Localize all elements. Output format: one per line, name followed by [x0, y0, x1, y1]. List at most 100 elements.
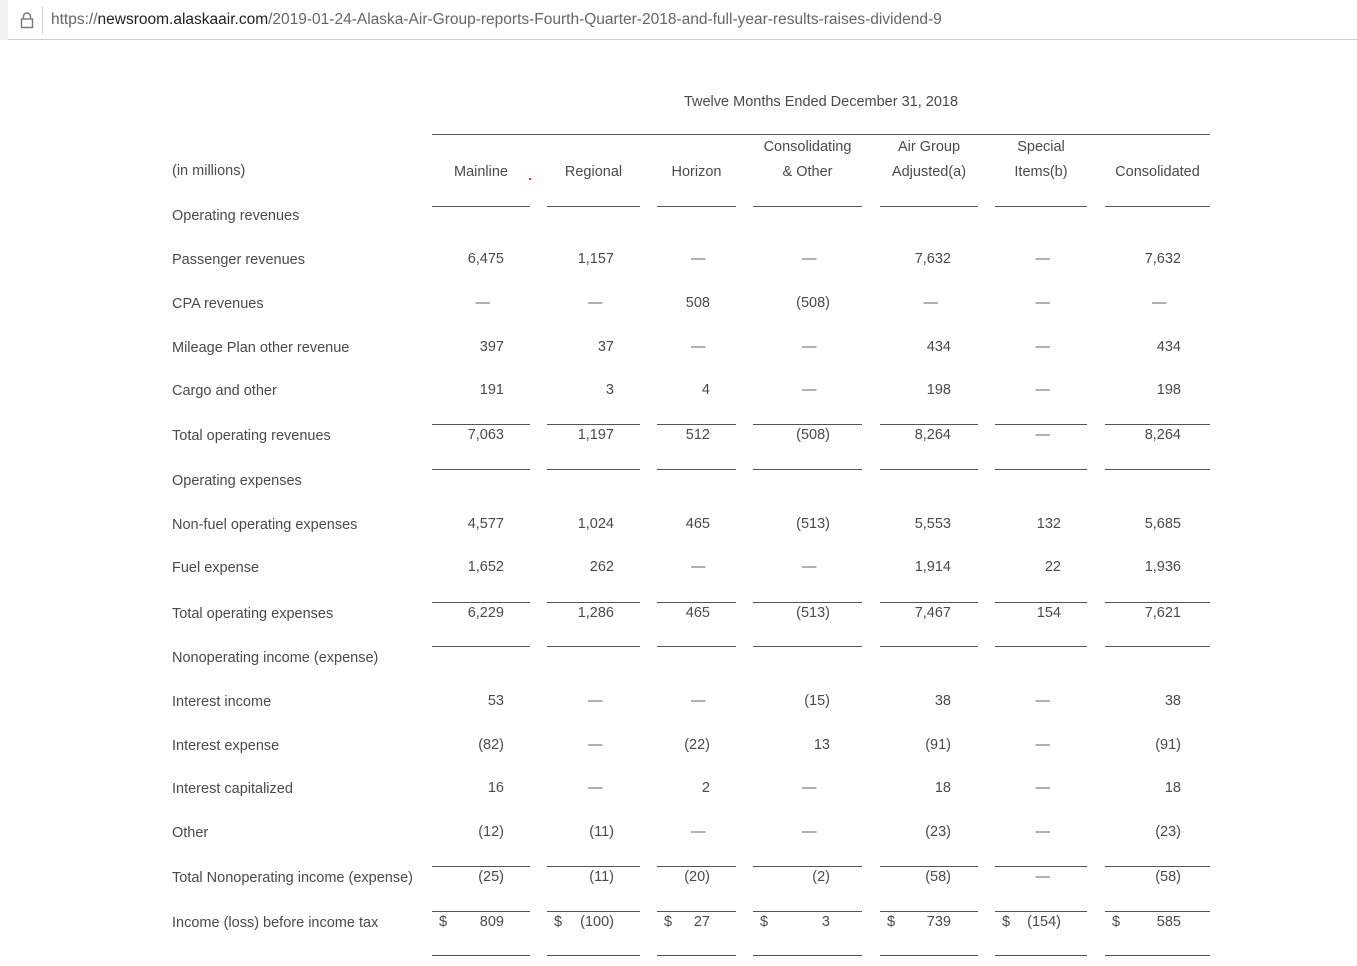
total-rule: [1105, 646, 1210, 647]
table-cell: 434: [926, 339, 951, 355]
row-label: CPA revenues: [172, 296, 264, 312]
table-cell: —: [1035, 869, 1051, 885]
currency-symbol: $: [1002, 914, 1011, 930]
total-rule: [1105, 424, 1210, 425]
row-label: Total operating revenues: [172, 428, 331, 444]
table-cell: 38: [1164, 693, 1181, 709]
total-rule: [753, 646, 862, 647]
column-header: Regional: [547, 135, 640, 185]
table-cell: (23): [1155, 824, 1181, 840]
table-cell: 1,024: [577, 516, 614, 532]
table-cell: —: [691, 559, 706, 575]
table-cell: (58): [1155, 869, 1181, 885]
unit-label: (in millions): [172, 163, 246, 179]
table-cell: 7,632: [1144, 251, 1181, 267]
total-rule: [880, 866, 978, 867]
table-cell: 1,157: [577, 251, 614, 267]
table-cell: (513): [796, 605, 830, 621]
row-label: Total Nonoperating income (expense): [172, 870, 413, 886]
total-rule: [432, 955, 530, 956]
column-header-line2: Items(b): [1014, 164, 1068, 180]
table-cell: 4,577: [467, 516, 504, 532]
table-cell: (25): [478, 869, 504, 885]
table-cell: —: [1035, 295, 1051, 311]
table-cell: (20): [684, 869, 710, 885]
table-cell: 38: [934, 693, 951, 709]
total-rule: [753, 866, 862, 867]
table-cell: —: [691, 693, 706, 709]
currency-symbol: $: [760, 914, 769, 930]
table-cell: 27: [693, 914, 710, 930]
column-header: Air Group Adjusted(a): [880, 135, 978, 185]
header-bottom-rule: [547, 206, 640, 207]
total-rule: [657, 955, 736, 956]
header-bottom-rule: [1105, 206, 1210, 207]
total-rule: [1105, 866, 1210, 867]
table-cell: 508: [685, 295, 710, 311]
table-cell: 1,286: [577, 605, 614, 621]
table-cell: 18: [934, 780, 951, 796]
table-cell: —: [1035, 780, 1051, 796]
table-cell: 8,264: [1144, 427, 1181, 443]
table-cell: 585: [1156, 914, 1181, 930]
row-label: Passenger revenues: [172, 252, 305, 268]
table-cell: (508): [796, 427, 830, 443]
table-cell: —: [588, 295, 603, 311]
total-rule: [995, 646, 1087, 647]
table-cell: (91): [925, 737, 951, 753]
table-cell: 18: [1164, 780, 1181, 796]
column-header-line2: Horizon: [671, 164, 722, 180]
table-cell: (513): [796, 516, 830, 532]
table-cell: —: [588, 737, 603, 753]
total-rule: [547, 602, 640, 603]
total-rule: [753, 424, 862, 425]
url-host: newsroom.alaskaair.com: [97, 10, 269, 28]
row-label: Interest income: [172, 694, 272, 710]
total-rule: [1105, 469, 1210, 470]
total-rule: [995, 602, 1087, 603]
table-cell: 7,621: [1144, 605, 1181, 621]
url-text[interactable]: https://newsroom.alaskaair.com/2019-01-2…: [51, 11, 942, 29]
header-bottom-rule: [880, 206, 978, 207]
total-rule: [995, 866, 1087, 867]
total-rule: [657, 866, 736, 867]
column-header-line1: [1105, 135, 1210, 160]
total-rule: [995, 955, 1087, 956]
table-cell: (508): [796, 295, 830, 311]
total-rule: [432, 424, 530, 425]
total-rule: [880, 955, 978, 956]
total-rule: [753, 911, 862, 912]
column-header-line2: Consolidated: [1115, 164, 1200, 180]
header-bottom-rule: [657, 206, 736, 207]
total-rule: [753, 955, 862, 956]
address-bar[interactable]: https://newsroom.alaskaair.com/2019-01-2…: [8, 0, 1357, 40]
url-path: /2019-01-24-Alaska-Air-Group-reports-Fou…: [268, 10, 942, 28]
total-rule: [657, 469, 736, 470]
total-rule: [547, 424, 640, 425]
table-cell: 13: [813, 737, 830, 753]
table-cell: —: [1035, 382, 1051, 398]
table-cell: 512: [685, 427, 710, 443]
table-cell: (58): [925, 869, 951, 885]
table-cell: —: [1035, 427, 1051, 443]
currency-symbol: $: [664, 914, 673, 930]
table-cell: —: [691, 339, 706, 355]
table-cell: 262: [589, 559, 614, 575]
table-cell: 397: [479, 339, 504, 355]
table-cell: —: [1035, 737, 1051, 753]
total-rule: [880, 646, 978, 647]
table-cell: 5,685: [1144, 516, 1181, 532]
table-cell: —: [1152, 295, 1167, 311]
column-header-line1: [432, 135, 530, 160]
total-rule: [753, 602, 862, 603]
row-label: Total operating expenses: [172, 606, 334, 622]
column-header-line2: Mainline: [454, 164, 508, 180]
total-rule: [880, 911, 978, 912]
table-cell: 7,467: [914, 605, 951, 621]
total-rule: [1105, 955, 1210, 956]
table-cell: 191: [479, 382, 504, 398]
table-cell: —: [1035, 251, 1051, 267]
table-cell: 5,553: [914, 516, 951, 532]
total-rule: [657, 646, 736, 647]
table-cell: 3: [821, 914, 830, 930]
